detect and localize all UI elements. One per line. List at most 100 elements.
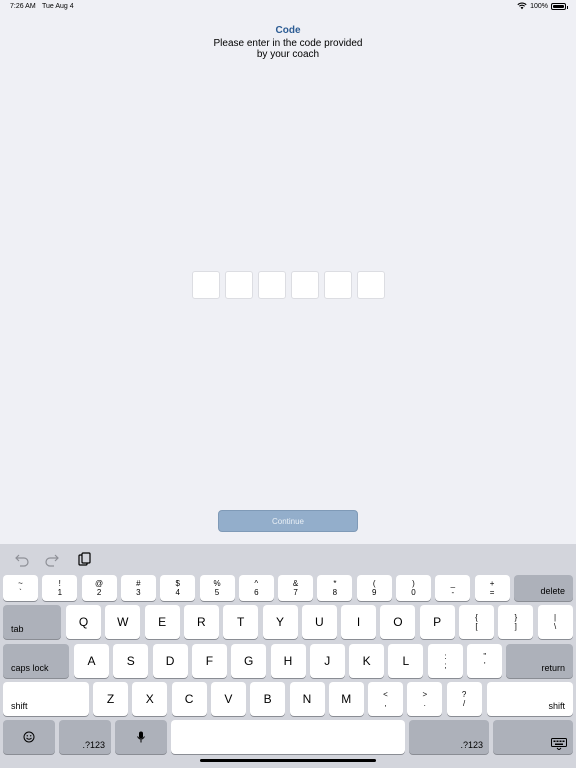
- key-letter[interactable]: L: [388, 644, 424, 678]
- key-number-7[interactable]: & 7: [278, 575, 314, 601]
- page-title: Code: [275, 25, 301, 36]
- key-letter[interactable]: T: [223, 605, 259, 639]
- continue-button[interactable]: Continue: [218, 510, 358, 532]
- code-digit-box[interactable]: [192, 271, 220, 299]
- space-bar[interactable]: [171, 720, 405, 754]
- tab-key[interactable]: tab: [3, 605, 61, 639]
- key-symbol[interactable]: }]: [498, 605, 534, 639]
- key-base-symbol: 2: [96, 588, 102, 597]
- numbers-mode-key[interactable]: .?123: [409, 720, 489, 754]
- key-number-0[interactable]: ~ `: [3, 575, 38, 601]
- key-base-symbol: 5: [214, 588, 220, 597]
- return-key[interactable]: return: [506, 644, 573, 678]
- undo-icon[interactable]: [14, 551, 30, 567]
- key-number-1[interactable]: ! 1: [42, 575, 78, 601]
- key-letter[interactable]: Z: [93, 682, 128, 716]
- key-shift-symbol: &: [292, 579, 299, 588]
- key-base-symbol: 7: [293, 588, 298, 597]
- emoji-key[interactable]: [3, 720, 55, 754]
- key-letter[interactable]: G: [231, 644, 267, 678]
- key-shift-symbol: :: [444, 652, 447, 661]
- key-letter[interactable]: W: [105, 605, 141, 639]
- dictation-key[interactable]: [115, 720, 167, 754]
- key-symbol[interactable]: " ': [467, 644, 503, 678]
- key-symbol[interactable]: | \: [537, 605, 573, 639]
- key-letter[interactable]: A: [74, 644, 109, 678]
- key-letter[interactable]: R: [183, 605, 219, 639]
- key-base-symbol: -: [451, 588, 455, 597]
- microphone-icon: [137, 731, 145, 743]
- key-number-2[interactable]: @2: [81, 575, 117, 601]
- key-base-symbol: ]: [514, 622, 517, 631]
- key-number-3[interactable]: #3: [120, 575, 156, 601]
- code-digit-box[interactable]: [324, 271, 352, 299]
- key-letter[interactable]: V: [210, 682, 246, 716]
- key-base-symbol: \: [553, 622, 557, 631]
- key-symbol[interactable]: <,: [368, 682, 403, 716]
- code-digit-box[interactable]: [357, 271, 385, 299]
- left-shift-key[interactable]: shift: [3, 682, 89, 716]
- key-letter[interactable]: F: [191, 644, 227, 678]
- key-letter[interactable]: S: [113, 644, 149, 678]
- key-number-12[interactable]: + =: [474, 575, 510, 601]
- key-letter[interactable]: J: [309, 644, 345, 678]
- key-letter[interactable]: D: [152, 644, 188, 678]
- right-shift-key[interactable]: shift: [487, 682, 573, 716]
- status-indicators: 100%: [517, 2, 568, 10]
- delete-key[interactable]: delete: [514, 575, 573, 601]
- key-shift-symbol: <: [383, 690, 388, 699]
- key-symbol[interactable]: ? /: [446, 682, 482, 716]
- key-letter[interactable]: E: [144, 605, 180, 639]
- key-symbol[interactable]: :;: [428, 644, 463, 678]
- key-letter[interactable]: M: [328, 682, 364, 716]
- key-letter[interactable]: B: [250, 682, 286, 716]
- key-letter[interactable]: I: [341, 605, 377, 639]
- key-symbol[interactable]: {[: [459, 605, 494, 639]
- key-letter[interactable]: N: [289, 682, 325, 716]
- status-date: Tue Aug 4: [42, 3, 74, 10]
- key-shift-symbol: (: [372, 579, 376, 588]
- key-base-symbol: 1: [57, 588, 63, 597]
- key-letter[interactable]: K: [349, 644, 385, 678]
- key-base-symbol: 3: [136, 588, 141, 597]
- key-shift-symbol: _: [450, 579, 456, 588]
- key-letter[interactable]: O: [380, 605, 416, 639]
- key-number-11[interactable]: _ -: [435, 575, 471, 601]
- key-letter[interactable]: H: [270, 644, 306, 678]
- numbers-mode-key[interactable]: .?123: [59, 720, 111, 754]
- code-digit-box[interactable]: [225, 271, 253, 299]
- key-base-symbol: 8: [332, 588, 338, 597]
- key-number-10[interactable]: ) 0: [396, 575, 431, 601]
- redo-icon[interactable]: [44, 551, 60, 567]
- key-letter[interactable]: P: [419, 605, 455, 639]
- key-letter[interactable]: U: [301, 605, 337, 639]
- code-input[interactable]: [192, 271, 385, 299]
- battery-icon: [551, 2, 568, 10]
- status-bar: 7:26 AM Tue Aug 4 100%: [0, 0, 576, 14]
- code-digit-box[interactable]: [258, 271, 286, 299]
- key-base-symbol: 6: [254, 588, 259, 597]
- key-shift-symbol: %: [213, 579, 221, 588]
- key-number-8[interactable]: * 8: [317, 575, 353, 601]
- key-shift-symbol: {: [475, 613, 478, 622]
- key-number-9[interactable]: (9: [356, 575, 392, 601]
- key-base-symbol: /: [462, 699, 466, 708]
- key-base-symbol: [: [475, 622, 478, 631]
- key-shift-symbol: }: [514, 613, 518, 622]
- key-number-6[interactable]: ^ 6: [238, 575, 274, 601]
- key-letter[interactable]: C: [171, 682, 207, 716]
- key-shift-symbol: @: [95, 579, 104, 588]
- key-letter[interactable]: Y: [262, 605, 298, 639]
- keyboard-dismiss-key[interactable]: [493, 720, 573, 754]
- key-number-4[interactable]: $4: [160, 575, 196, 601]
- key-base-symbol: 4: [175, 588, 180, 597]
- key-number-5[interactable]: % 5: [199, 575, 235, 601]
- key-shift-symbol: #: [136, 579, 141, 588]
- key-shift-symbol: !: [58, 579, 61, 588]
- key-letter[interactable]: X: [132, 682, 168, 716]
- code-digit-box[interactable]: [291, 271, 319, 299]
- paste-icon[interactable]: [76, 551, 92, 567]
- caps-lock-key[interactable]: caps lock: [3, 644, 69, 678]
- key-letter[interactable]: Q: [66, 605, 101, 639]
- key-symbol[interactable]: >.: [407, 682, 443, 716]
